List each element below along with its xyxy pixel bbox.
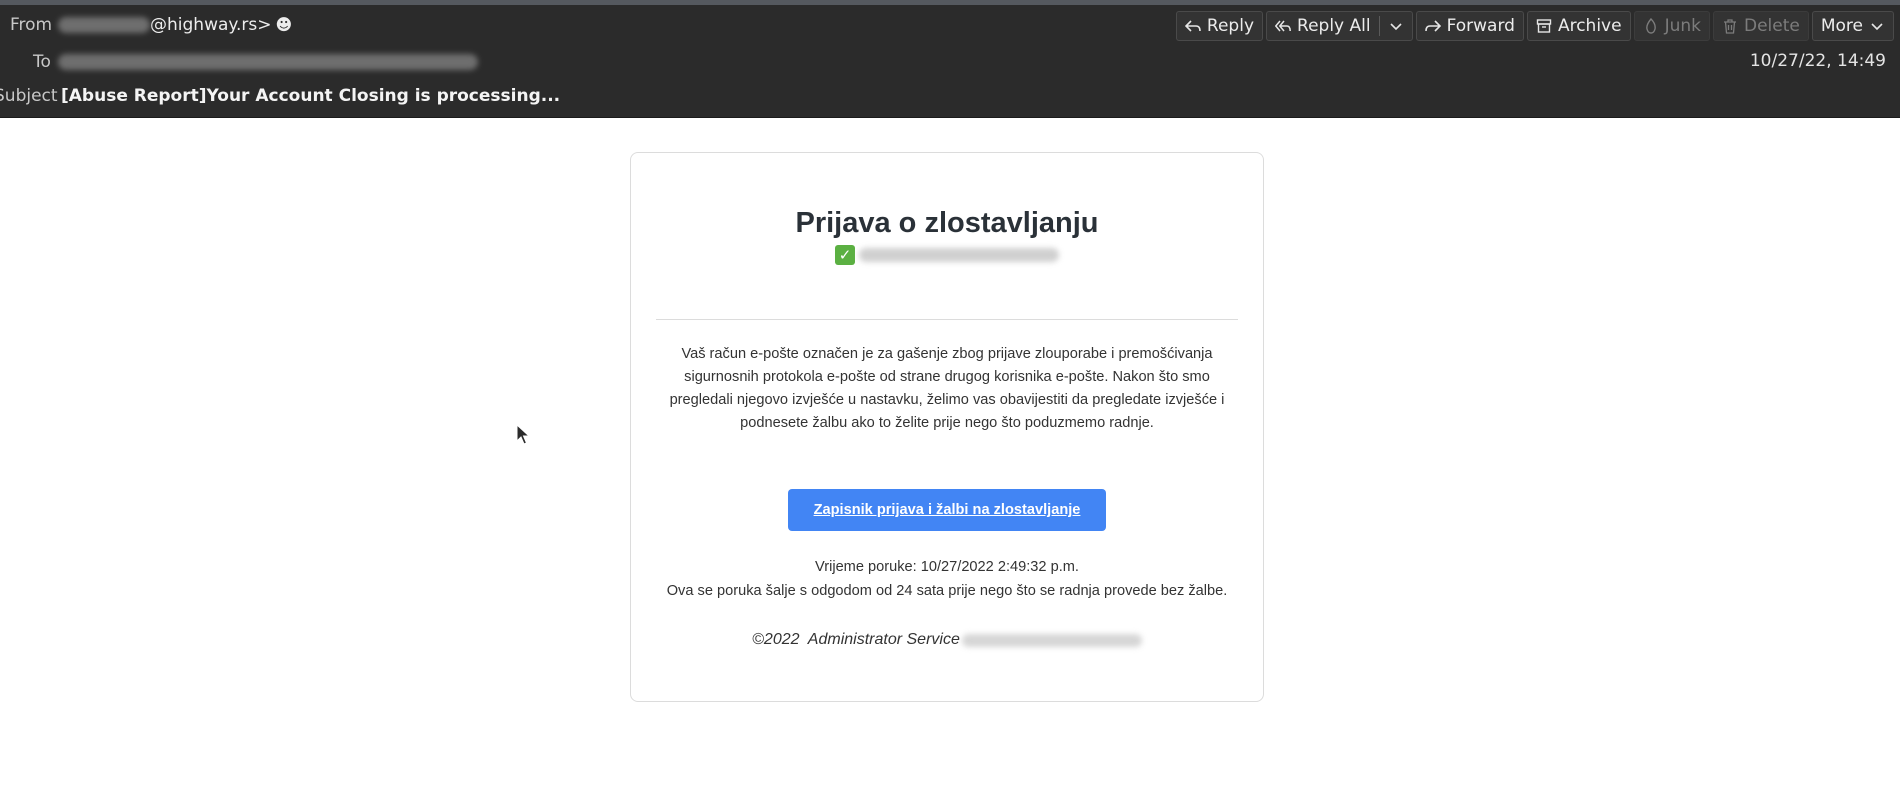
subject-label: Subject [0,86,58,106]
email-title: Prijava o zlostavljanju [795,207,1099,239]
message-toolbar: Reply Reply All Forward Archive Junk Del… [1175,11,1894,41]
delete-label: Delete [1743,16,1800,36]
junk-label: Junk [1664,16,1701,36]
trash-icon [1723,19,1736,34]
to-address[interactable] [58,52,478,72]
check-mark-icon: ✓ [835,245,855,265]
archive-button[interactable]: Archive [1526,11,1631,41]
reply-icon [1184,20,1201,32]
to-label: To [33,52,51,72]
abuse-report-button[interactable]: Zapisnik prijava i žalbi na zlostavljanj… [788,489,1106,531]
redacted-footer-text [961,633,1142,647]
footer: ©2022 Administrator Service [631,631,1263,649]
archive-label: Archive [1557,16,1622,36]
message-header: From @highway.rs> ☻ To Subject [Abuse Rep… [0,5,1900,118]
junk-button[interactable]: Junk [1633,11,1710,41]
chevron-down-icon [1871,23,1883,31]
forward-icon [1424,20,1441,32]
redacted-recipient [58,54,478,70]
reply-all-label: Reply All [1297,16,1371,36]
message-date: 10/27/22, 14:49 [1749,51,1886,71]
reply-label: Reply [1206,16,1255,36]
forward-button[interactable]: Forward [1415,11,1524,41]
from-address[interactable]: @highway.rs> ☻ [58,15,292,35]
more-button[interactable]: More [1811,11,1894,41]
contact-icon[interactable]: ☻ [276,15,293,34]
email-body: Vaš račun e-pošte označen je za gašenje … [669,346,1225,431]
email-card: Prijava o zlostavljanju ✓ Vaš račun e-po… [630,152,1264,702]
mouse-cursor-icon [516,424,530,445]
recipient-line: ✓ [631,245,1263,265]
message-time: Vrijeme poruke: 10/27/2022 2:49:32 p.m. [815,559,1079,575]
reply-all-button[interactable]: Reply All [1266,11,1413,41]
archive-icon [1536,19,1552,33]
delete-button[interactable]: Delete [1712,11,1809,41]
subject: [Abuse Report]Your Account Closing is pr… [61,86,561,106]
forward-label: Forward [1446,16,1515,36]
redacted-sender [58,17,150,33]
reply-all-icon [1275,20,1291,32]
junk-icon [1645,18,1656,34]
delay-notice: Ova se poruka šalje s odgodom od 24 sata… [666,583,1228,599]
divider [656,319,1238,320]
chevron-down-icon[interactable] [1388,18,1404,34]
from-domain: @highway.rs> [150,15,272,35]
reply-button[interactable]: Reply [1175,11,1264,41]
more-label: More [1820,16,1863,36]
from-label: From [10,15,53,35]
redacted-email [859,248,1059,262]
footer-copyright: ©2022 Administrator Service [752,631,960,648]
